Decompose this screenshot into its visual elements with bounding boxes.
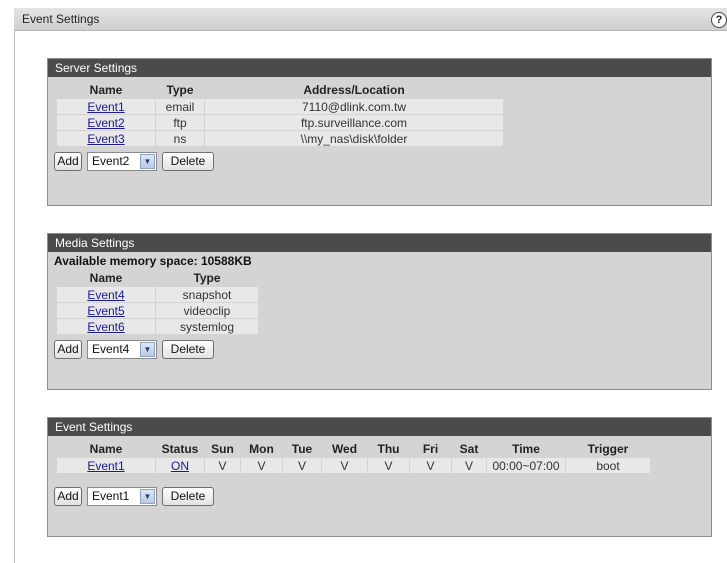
event-link[interactable]: Event3: [87, 132, 124, 146]
column-header: Tue: [283, 441, 321, 457]
status-link[interactable]: ON: [171, 459, 189, 473]
help-icon[interactable]: ?: [711, 12, 727, 28]
table-row: Event6 systemlog: [57, 319, 258, 334]
media-select-value: Event4: [92, 342, 130, 356]
type-cell: systemlog: [156, 319, 258, 334]
type-cell: videoclip: [156, 303, 258, 318]
table-row: Event2 ftp ftp.surveillance.com: [57, 115, 503, 130]
chevron-down-icon[interactable]: ▼: [140, 489, 155, 504]
event-link[interactable]: Event5: [87, 304, 124, 318]
column-header: Trigger: [566, 441, 650, 457]
day-cell-thu: V: [368, 458, 409, 473]
media-event-select[interactable]: Event4 ▼: [87, 340, 157, 359]
event-link[interactable]: Event1: [87, 100, 124, 114]
type-cell: ns: [156, 131, 204, 146]
server-select-value: Event2: [92, 154, 130, 168]
day-cell-sat: V: [452, 458, 486, 473]
time-cell: 00:00~07:00: [487, 458, 565, 473]
chevron-down-icon[interactable]: ▼: [140, 154, 155, 169]
address-cell: ftp.surveillance.com: [205, 115, 503, 130]
server-settings-title: Server Settings: [48, 59, 711, 77]
trigger-cell: boot: [566, 458, 650, 473]
type-cell: snapshot: [156, 287, 258, 302]
type-cell: email: [156, 99, 204, 114]
day-cell-wed: V: [322, 458, 367, 473]
server-settings-panel: Server Settings Name Type Address/Locati…: [47, 58, 712, 206]
event-select-value: Event1: [92, 489, 130, 503]
column-header: Sun: [205, 441, 240, 457]
event-link[interactable]: Event1: [87, 459, 124, 473]
column-header: Type: [156, 270, 258, 286]
event-delete-button[interactable]: Delete: [162, 487, 214, 506]
table-row: Event3 ns \\my_nas\disk\folder: [57, 131, 503, 146]
memory-info: Available memory space: 10588KB: [54, 254, 252, 268]
event-link[interactable]: Event4: [87, 288, 124, 302]
column-header: Fri: [410, 441, 451, 457]
table-row: Event4 snapshot: [57, 287, 258, 302]
day-cell-sun: V: [205, 458, 240, 473]
column-header: Sat: [452, 441, 486, 457]
event-link[interactable]: Event2: [87, 116, 124, 130]
event-settings-panel: Event Settings Name Status Sun Mon Tue W…: [47, 417, 712, 537]
column-header: Mon: [241, 441, 282, 457]
media-settings-title: Media Settings: [48, 234, 711, 252]
event-link[interactable]: Event6: [87, 320, 124, 334]
server-add-button[interactable]: Add: [54, 152, 82, 171]
event-add-button[interactable]: Add: [54, 487, 82, 506]
server-table: Name Type Address/Location Event1 email …: [56, 81, 504, 147]
table-row: Event1 email 7110@dlink.com.tw: [57, 99, 503, 114]
page-title: Event Settings: [22, 12, 100, 26]
column-header: Wed: [322, 441, 367, 457]
type-cell: ftp: [156, 115, 204, 130]
title-bar: [14, 8, 727, 31]
day-cell-tue: V: [283, 458, 321, 473]
table-row: Event1 ON V V V V V V V 00:00~07:00 boot: [57, 458, 650, 473]
column-header: Name: [57, 82, 155, 98]
column-header: Time: [487, 441, 565, 457]
address-cell: \\my_nas\disk\folder: [205, 131, 503, 146]
column-header: Name: [57, 441, 155, 457]
day-cell-fri: V: [410, 458, 451, 473]
event-event-select[interactable]: Event1 ▼: [87, 487, 157, 506]
day-cell-mon: V: [241, 458, 282, 473]
column-header: Name: [57, 270, 155, 286]
server-delete-button[interactable]: Delete: [162, 152, 214, 171]
media-delete-button[interactable]: Delete: [162, 340, 214, 359]
table-row: Event5 videoclip: [57, 303, 258, 318]
chevron-down-icon[interactable]: ▼: [140, 342, 155, 357]
event-settings-title: Event Settings: [48, 418, 711, 436]
column-header: Type: [156, 82, 204, 98]
address-cell: 7110@dlink.com.tw: [205, 99, 503, 114]
column-header: Address/Location: [205, 82, 503, 98]
event-table: Name Status Sun Mon Tue Wed Thu Fri Sat …: [56, 440, 651, 474]
media-table: Name Type Event4 snapshot Event5 videocl…: [56, 269, 259, 335]
column-header: Thu: [368, 441, 409, 457]
column-header: Status: [156, 441, 204, 457]
media-add-button[interactable]: Add: [54, 340, 82, 359]
server-event-select[interactable]: Event2 ▼: [87, 152, 157, 171]
media-settings-panel: Media Settings Available memory space: 1…: [47, 233, 712, 390]
